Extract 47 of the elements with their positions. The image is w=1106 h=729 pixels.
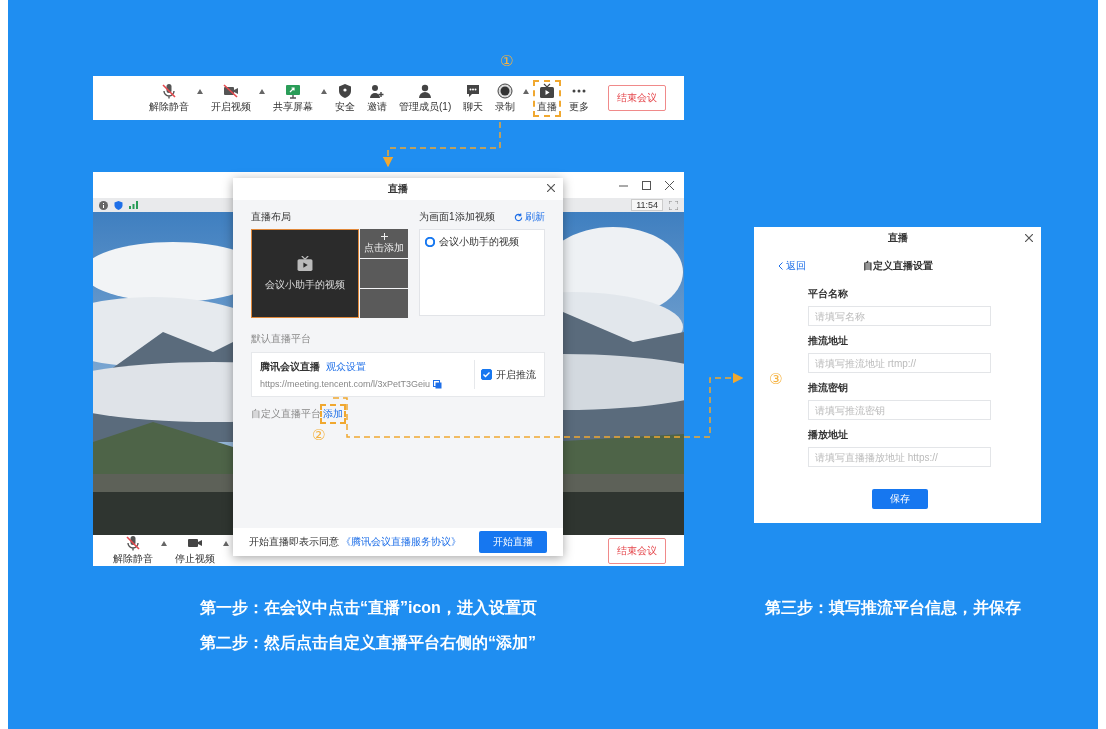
- toolbar-button[interactable]: 录制: [491, 79, 520, 117]
- toolbar-button[interactable]: 解除静音: [109, 532, 157, 569]
- step-marker: ③: [769, 370, 783, 388]
- add-video-tile[interactable]: 点击添加: [360, 229, 408, 258]
- toolbar-button[interactable]: 安全: [331, 79, 359, 117]
- add-link[interactable]: 添加: [323, 407, 343, 421]
- page-heading: 自定义直播设置: [862, 259, 933, 273]
- toolbar-button[interactable]: 更多: [565, 79, 594, 117]
- step-caption: 第二步：然后点击自定义直播平台右侧的“添加”: [200, 633, 536, 653]
- end-meeting-button[interactable]: 结束会议: [608, 85, 666, 111]
- meeting-time: 11:54: [631, 199, 663, 211]
- dialog-title: 直播: [388, 182, 408, 196]
- end-meeting-button[interactable]: 结束会议: [608, 537, 666, 564]
- tile-label: 会议小助手的视频: [265, 277, 345, 292]
- field-label: 平台名称: [808, 287, 849, 301]
- section-label: 为画面1添加视频: [419, 210, 495, 224]
- back-link[interactable]: 返回: [778, 259, 806, 273]
- settings-link[interactable]: 观众设置: [326, 360, 366, 374]
- agreement-text: 开始直播即表示同意: [249, 535, 339, 549]
- dialog-title: 直播: [887, 231, 908, 245]
- toolbar-button[interactable]: 管理成员(1): [395, 79, 456, 117]
- live-url: https://meeting.tencent.com/l/3xPetT3Geiu: [260, 379, 431, 389]
- agreement-link[interactable]: 《腾讯会议直播服务协议》: [341, 535, 461, 549]
- section-label: 自定义直播平台: [251, 407, 321, 421]
- toolbar-button[interactable]: 邀请: [363, 79, 391, 117]
- toolbar-button[interactable]: 直播: [533, 79, 562, 117]
- step-marker: ①: [500, 52, 514, 70]
- section-label: 默认直播平台: [251, 332, 312, 346]
- save-button[interactable]: 保存: [871, 489, 928, 509]
- toolbar-button[interactable]: 停止视频: [171, 532, 219, 569]
- field-label: 推流密钥: [808, 381, 849, 395]
- toolbar-button[interactable]: 聊天: [459, 79, 488, 117]
- toolbar-button[interactable]: 解除静音: [145, 79, 193, 117]
- field-label: 推流地址: [808, 334, 849, 348]
- refresh-link[interactable]: 刷新: [514, 210, 545, 224]
- layout-tile[interactable]: 会议小助手的视频: [251, 229, 359, 318]
- start-live-button[interactable]: 开始直播: [479, 531, 547, 553]
- field-label: 播放地址: [808, 428, 849, 442]
- step-caption: 第三步：填写推流平台信息，并保存: [765, 598, 1021, 618]
- toolbar-button[interactable]: 共享屏幕: [269, 79, 317, 117]
- section-label: 直播布局: [251, 210, 292, 224]
- step-marker: ②: [312, 426, 326, 444]
- step-caption: 第一步：在会议中点击“直播”icon，进入设置页: [200, 598, 537, 618]
- toolbar-button[interactable]: 开启视频: [207, 79, 255, 117]
- platform-name: 腾讯会议直播: [260, 360, 320, 374]
- video-source-option[interactable]: 会议小助手的视频: [425, 235, 539, 249]
- push-checkbox[interactable]: 开启推流: [481, 367, 536, 382]
